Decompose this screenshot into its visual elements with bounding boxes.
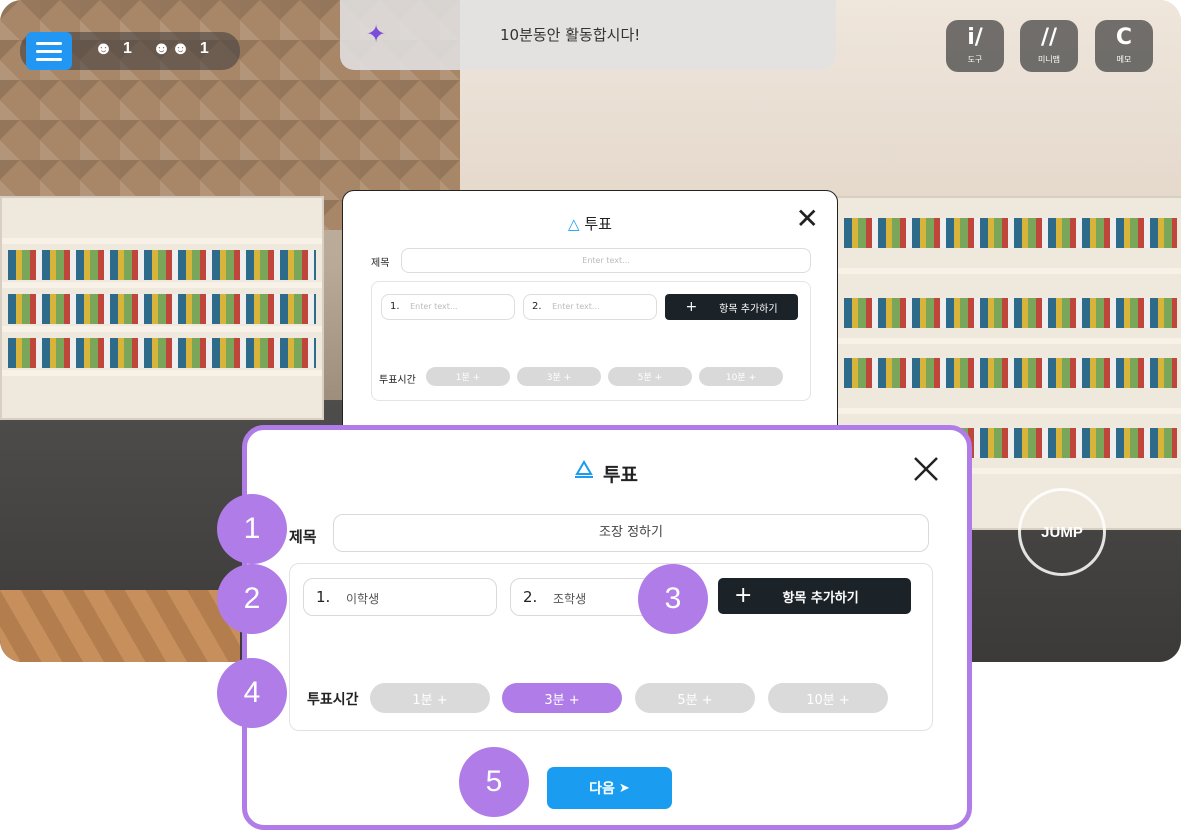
group-icon: ☻☻: [152, 38, 190, 58]
time-option-5min[interactable]: 5분 +: [635, 683, 755, 713]
bookshelf-left: [0, 196, 324, 420]
notice-text: 10분동안 활동합시다!: [500, 26, 641, 44]
minimap-icon: //: [1040, 25, 1058, 50]
time-option-1min[interactable]: 1분 +: [426, 367, 510, 386]
vote-dialog: 투표 제목 조장 정하기 1. 이학생 2. 조학생 + 항목 추가하기 투표시…: [242, 425, 972, 830]
title-input[interactable]: 조장 정하기: [333, 514, 929, 552]
time-option-10min[interactable]: 10분 +: [699, 367, 783, 386]
time-option-3min[interactable]: 3분 +: [517, 367, 601, 386]
user-count: ☻ 1: [94, 38, 132, 59]
vote-time-label: 투표시간: [307, 692, 359, 708]
option-input-1[interactable]: 1. 이학생: [303, 578, 497, 616]
option-input-2[interactable]: 2. Enter text...: [523, 294, 657, 320]
memo-icon: C: [1115, 25, 1133, 50]
step-badge-1: 1: [217, 494, 287, 564]
vote-icon: △: [568, 215, 580, 233]
wood-floor: [0, 590, 240, 662]
dialog-title: 투표: [603, 464, 638, 486]
hamburger-icon: [36, 41, 62, 45]
close-icon[interactable]: ✕: [796, 205, 819, 233]
group-count: ☻☻ 1: [152, 38, 209, 59]
add-option-label: 항목 추가하기: [782, 590, 859, 606]
memo-button[interactable]: C 메모: [1095, 20, 1153, 72]
tool-button[interactable]: i/ 도구: [946, 20, 1004, 72]
option-value: 조학생: [553, 592, 587, 606]
vote-icon: [575, 460, 593, 478]
option-input-1[interactable]: 1. Enter text...: [381, 294, 515, 320]
next-button[interactable]: 다음 ➤: [547, 767, 672, 809]
tools-icon: i/: [967, 25, 983, 50]
title-label: 제목: [289, 528, 317, 546]
memo-button-label: 메모: [1116, 55, 1132, 64]
plus-icon: +: [685, 299, 698, 315]
vote-time-label: 투표시간: [379, 375, 416, 386]
plus-icon: +: [734, 583, 753, 608]
hamburger-icon: [36, 49, 62, 53]
time-option-5min[interactable]: 5분 +: [608, 367, 692, 386]
time-option-10min[interactable]: 10분 +: [768, 683, 888, 713]
step-badge-4: 4: [217, 658, 287, 728]
tool-button-label: 도구: [967, 55, 983, 64]
cursor-icon: ➤: [618, 780, 630, 796]
option-value: 이학생: [346, 592, 380, 606]
rocket-logo-icon: ✦: [366, 20, 387, 48]
jump-button[interactable]: JUMP: [1018, 488, 1106, 576]
user-count-value: 1: [122, 39, 132, 57]
vote-dialog-preview: △ 투표 ✕ 제목 Enter text... 1. Enter text...…: [342, 190, 838, 452]
add-option-button[interactable]: + 항목 추가하기: [665, 294, 798, 320]
menu-button[interactable]: [26, 32, 72, 70]
group-count-value: 1: [199, 39, 209, 57]
notice-banner: ✦ 10분동안 활동합시다!: [340, 0, 836, 70]
step-badge-3: 3: [638, 564, 708, 634]
step-badge-2: 2: [217, 564, 287, 634]
option-number: 2.: [523, 588, 538, 606]
user-icon: ☻: [94, 38, 113, 58]
time-option-3min[interactable]: 3분 +: [502, 683, 622, 713]
vote-dialog-preview-title: △ 투표: [568, 215, 612, 233]
hamburger-icon: [36, 57, 62, 61]
minimap-button-label: 미니맵: [1037, 55, 1061, 64]
title-label: 제목: [371, 258, 390, 269]
option-number: 1.: [316, 588, 331, 606]
title-input[interactable]: Enter text...: [401, 248, 811, 273]
minimap-button[interactable]: // 미니맵: [1020, 20, 1078, 72]
time-option-1min[interactable]: 1분 +: [370, 683, 490, 713]
next-button-label: 다음: [589, 781, 615, 797]
close-icon[interactable]: [909, 452, 943, 486]
add-option-button[interactable]: + 항목 추가하기: [718, 578, 911, 614]
step-badge-5: 5: [459, 747, 529, 817]
